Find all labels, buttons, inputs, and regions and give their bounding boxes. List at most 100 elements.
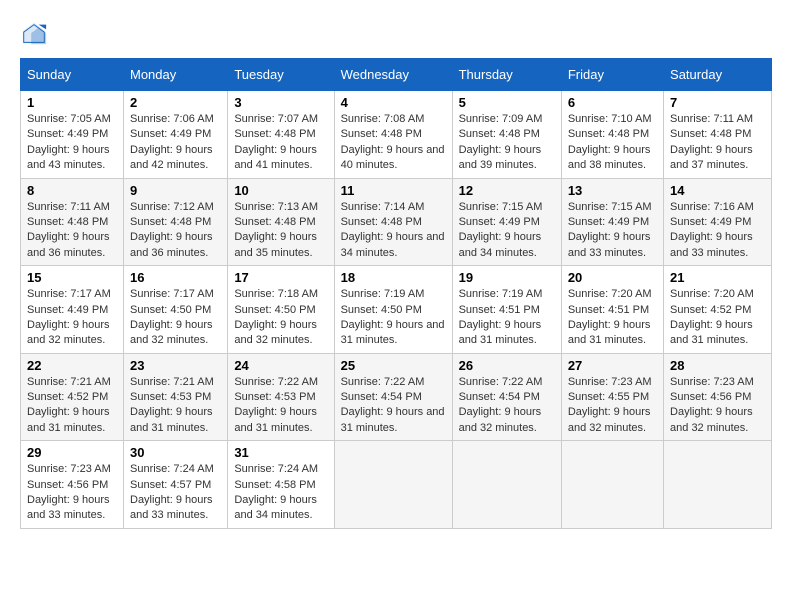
calendar-cell: 9 Sunrise: 7:12 AM Sunset: 4:48 PM Dayli… — [124, 178, 228, 266]
day-info: Sunrise: 7:24 AM Sunset: 4:57 PM Dayligh… — [130, 462, 221, 524]
sunrise-label: Sunrise: 7:24 AM — [130, 463, 214, 475]
daylight-label: Daylight: 9 hours and 32 minutes. — [27, 319, 110, 346]
day-number: 10 — [234, 183, 327, 198]
day-number: 29 — [27, 445, 117, 460]
calendar-cell: 30 Sunrise: 7:24 AM Sunset: 4:57 PM Dayl… — [124, 441, 228, 529]
sunset-label: Sunset: 4:57 PM — [130, 479, 211, 491]
daylight-label: Daylight: 9 hours and 43 minutes. — [27, 144, 110, 171]
calendar-cell: 26 Sunrise: 7:22 AM Sunset: 4:54 PM Dayl… — [452, 353, 561, 441]
sunset-label: Sunset: 4:48 PM — [568, 128, 649, 140]
sunrise-label: Sunrise: 7:23 AM — [27, 463, 111, 475]
column-header-thursday: Thursday — [452, 59, 561, 91]
sunset-label: Sunset: 4:48 PM — [234, 216, 315, 228]
calendar-cell — [561, 441, 663, 529]
sunrise-label: Sunrise: 7:16 AM — [670, 201, 754, 213]
sunset-label: Sunset: 4:48 PM — [459, 128, 540, 140]
column-header-friday: Friday — [561, 59, 663, 91]
sunset-label: Sunset: 4:54 PM — [341, 391, 422, 403]
calendar-cell: 3 Sunrise: 7:07 AM Sunset: 4:48 PM Dayli… — [228, 91, 334, 179]
daylight-label: Daylight: 9 hours and 38 minutes. — [568, 144, 651, 171]
sunrise-label: Sunrise: 7:07 AM — [234, 113, 318, 125]
daylight-label: Daylight: 9 hours and 32 minutes. — [568, 406, 651, 433]
sunset-label: Sunset: 4:54 PM — [459, 391, 540, 403]
day-info: Sunrise: 7:22 AM Sunset: 4:54 PM Dayligh… — [459, 375, 555, 437]
daylight-label: Daylight: 9 hours and 32 minutes. — [130, 319, 213, 346]
day-info: Sunrise: 7:18 AM Sunset: 4:50 PM Dayligh… — [234, 287, 327, 349]
day-info: Sunrise: 7:07 AM Sunset: 4:48 PM Dayligh… — [234, 112, 327, 174]
day-number: 25 — [341, 358, 446, 373]
logo-icon — [20, 20, 48, 48]
sunset-label: Sunset: 4:48 PM — [670, 128, 751, 140]
sunset-label: Sunset: 4:48 PM — [234, 128, 315, 140]
day-number: 3 — [234, 95, 327, 110]
daylight-label: Daylight: 9 hours and 33 minutes. — [568, 231, 651, 258]
daylight-label: Daylight: 9 hours and 32 minutes. — [234, 319, 317, 346]
day-info: Sunrise: 7:17 AM Sunset: 4:49 PM Dayligh… — [27, 287, 117, 349]
sunset-label: Sunset: 4:49 PM — [27, 304, 108, 316]
daylight-label: Daylight: 9 hours and 31 minutes. — [234, 406, 317, 433]
sunrise-label: Sunrise: 7:17 AM — [27, 288, 111, 300]
calendar-cell: 4 Sunrise: 7:08 AM Sunset: 4:48 PM Dayli… — [334, 91, 452, 179]
sunrise-label: Sunrise: 7:10 AM — [568, 113, 652, 125]
column-header-wednesday: Wednesday — [334, 59, 452, 91]
calendar-cell: 20 Sunrise: 7:20 AM Sunset: 4:51 PM Dayl… — [561, 266, 663, 354]
sunset-label: Sunset: 4:56 PM — [670, 391, 751, 403]
day-info: Sunrise: 7:08 AM Sunset: 4:48 PM Dayligh… — [341, 112, 446, 174]
calendar-cell: 18 Sunrise: 7:19 AM Sunset: 4:50 PM Dayl… — [334, 266, 452, 354]
daylight-label: Daylight: 9 hours and 33 minutes. — [670, 231, 753, 258]
day-number: 23 — [130, 358, 221, 373]
sunrise-label: Sunrise: 7:23 AM — [568, 376, 652, 388]
calendar-cell: 31 Sunrise: 7:24 AM Sunset: 4:58 PM Dayl… — [228, 441, 334, 529]
sunset-label: Sunset: 4:48 PM — [341, 216, 422, 228]
calendar-cell: 17 Sunrise: 7:18 AM Sunset: 4:50 PM Dayl… — [228, 266, 334, 354]
sunrise-label: Sunrise: 7:24 AM — [234, 463, 318, 475]
daylight-label: Daylight: 9 hours and 31 minutes. — [568, 319, 651, 346]
day-info: Sunrise: 7:09 AM Sunset: 4:48 PM Dayligh… — [459, 112, 555, 174]
day-info: Sunrise: 7:15 AM Sunset: 4:49 PM Dayligh… — [459, 200, 555, 262]
calendar-week-row: 15 Sunrise: 7:17 AM Sunset: 4:49 PM Dayl… — [21, 266, 772, 354]
day-number: 21 — [670, 270, 765, 285]
calendar-cell: 16 Sunrise: 7:17 AM Sunset: 4:50 PM Dayl… — [124, 266, 228, 354]
day-number: 13 — [568, 183, 657, 198]
day-number: 7 — [670, 95, 765, 110]
calendar-cell: 28 Sunrise: 7:23 AM Sunset: 4:56 PM Dayl… — [664, 353, 772, 441]
day-number: 17 — [234, 270, 327, 285]
day-number: 28 — [670, 358, 765, 373]
daylight-label: Daylight: 9 hours and 34 minutes. — [234, 494, 317, 521]
day-number: 26 — [459, 358, 555, 373]
daylight-label: Daylight: 9 hours and 31 minutes. — [27, 406, 110, 433]
sunset-label: Sunset: 4:52 PM — [670, 304, 751, 316]
sunrise-label: Sunrise: 7:13 AM — [234, 201, 318, 213]
daylight-label: Daylight: 9 hours and 41 minutes. — [234, 144, 317, 171]
day-info: Sunrise: 7:12 AM Sunset: 4:48 PM Dayligh… — [130, 200, 221, 262]
day-info: Sunrise: 7:15 AM Sunset: 4:49 PM Dayligh… — [568, 200, 657, 262]
sunrise-label: Sunrise: 7:14 AM — [341, 201, 425, 213]
day-info: Sunrise: 7:20 AM Sunset: 4:51 PM Dayligh… — [568, 287, 657, 349]
daylight-label: Daylight: 9 hours and 31 minutes. — [130, 406, 213, 433]
day-number: 20 — [568, 270, 657, 285]
sunrise-label: Sunrise: 7:12 AM — [130, 201, 214, 213]
calendar-week-row: 22 Sunrise: 7:21 AM Sunset: 4:52 PM Dayl… — [21, 353, 772, 441]
daylight-label: Daylight: 9 hours and 32 minutes. — [459, 406, 542, 433]
sunrise-label: Sunrise: 7:20 AM — [670, 288, 754, 300]
sunrise-label: Sunrise: 7:09 AM — [459, 113, 543, 125]
sunset-label: Sunset: 4:52 PM — [27, 391, 108, 403]
calendar-cell — [664, 441, 772, 529]
daylight-label: Daylight: 9 hours and 39 minutes. — [459, 144, 542, 171]
day-info: Sunrise: 7:10 AM Sunset: 4:48 PM Dayligh… — [568, 112, 657, 174]
day-number: 8 — [27, 183, 117, 198]
daylight-label: Daylight: 9 hours and 34 minutes. — [459, 231, 542, 258]
column-header-saturday: Saturday — [664, 59, 772, 91]
calendar-cell: 24 Sunrise: 7:22 AM Sunset: 4:53 PM Dayl… — [228, 353, 334, 441]
daylight-label: Daylight: 9 hours and 36 minutes. — [27, 231, 110, 258]
sunrise-label: Sunrise: 7:06 AM — [130, 113, 214, 125]
sunrise-label: Sunrise: 7:11 AM — [27, 201, 110, 213]
sunset-label: Sunset: 4:49 PM — [27, 128, 108, 140]
calendar-cell: 29 Sunrise: 7:23 AM Sunset: 4:56 PM Dayl… — [21, 441, 124, 529]
day-number: 24 — [234, 358, 327, 373]
day-number: 30 — [130, 445, 221, 460]
calendar-cell: 6 Sunrise: 7:10 AM Sunset: 4:48 PM Dayli… — [561, 91, 663, 179]
day-number: 2 — [130, 95, 221, 110]
sunrise-label: Sunrise: 7:21 AM — [27, 376, 111, 388]
calendar-cell: 14 Sunrise: 7:16 AM Sunset: 4:49 PM Dayl… — [664, 178, 772, 266]
